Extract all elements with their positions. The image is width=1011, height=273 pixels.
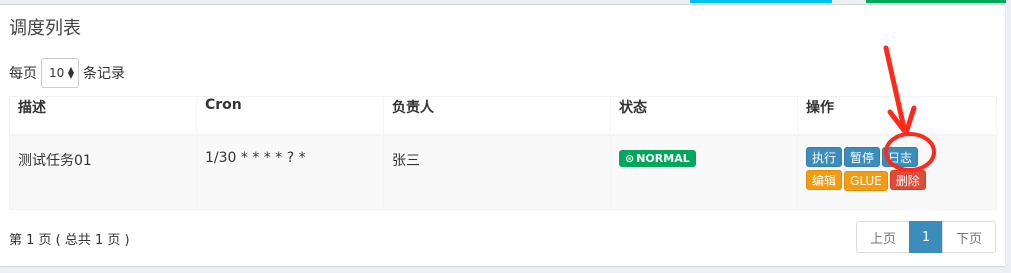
top-button-edge-1[interactable] xyxy=(690,0,832,3)
cell-status: ⊙ NORMAL xyxy=(610,134,798,210)
top-button-edge-2[interactable] xyxy=(866,0,1006,3)
log-button[interactable]: 日志 xyxy=(882,147,919,167)
column-header-status[interactable]: 状态 xyxy=(610,96,798,136)
prev-page-button[interactable]: 上页 xyxy=(856,221,910,253)
column-header-desc[interactable]: 描述 xyxy=(9,96,197,136)
select-caret-icon: ▲ ▼ xyxy=(67,65,74,80)
pagination-info: 第 1 页 ( 总共 1 页 ) xyxy=(9,233,130,248)
action-group: 执行 暂停 日志 编辑 GLUE 删除 xyxy=(806,147,988,194)
cell-actions: 执行 暂停 日志 编辑 GLUE 删除 xyxy=(797,134,997,210)
column-header-actions: 操作 xyxy=(797,96,997,136)
length-prefix: 每页 xyxy=(9,66,37,82)
page-length-control: 每页 10 ▲ ▼ 条记录 xyxy=(9,56,125,90)
page-length-select[interactable]: 10 ▲ ▼ xyxy=(41,58,79,88)
edit-button[interactable]: 编辑 xyxy=(806,170,843,190)
page-length-value: 10 xyxy=(49,66,65,80)
pause-button[interactable]: 暂停 xyxy=(844,147,881,167)
cell-owner: 张三 xyxy=(383,134,611,210)
status-badge: ⊙ NORMAL xyxy=(619,150,696,167)
current-page-button[interactable]: 1 xyxy=(909,221,943,253)
next-page-button[interactable]: 下页 xyxy=(942,221,996,253)
pagination: 上页 1 下页 xyxy=(856,221,996,253)
length-suffix: 条记录 xyxy=(83,66,125,82)
table-header-row: 描述 Cron 负责人 状态 操作 xyxy=(9,96,997,136)
column-header-owner[interactable]: 负责人 xyxy=(383,96,611,136)
run-button[interactable]: 执行 xyxy=(806,147,843,167)
page-title: 调度列表 xyxy=(9,18,81,39)
status-text: NORMAL xyxy=(636,152,690,165)
cell-desc: 测试任务01 xyxy=(9,134,197,210)
column-header-cron[interactable]: Cron xyxy=(196,96,384,136)
table-row: 测试任务01 1/30 * * * * ? * 张三 ⊙ NORMAL 执行 暂停… xyxy=(9,134,997,210)
glue-button[interactable]: GLUE xyxy=(844,170,888,191)
delete-button[interactable]: 删除 xyxy=(889,170,926,190)
clock-icon: ⊙ xyxy=(625,152,635,165)
job-list-box: 调度列表 每页 10 ▲ ▼ 条记录 描述 Cron 负责人 状态 操作 测试任务… xyxy=(0,4,1005,266)
cell-cron: 1/30 * * * * ? * xyxy=(196,134,384,210)
job-table: 描述 Cron 负责人 状态 操作 测试任务01 1/30 * * * * ? … xyxy=(9,96,997,210)
